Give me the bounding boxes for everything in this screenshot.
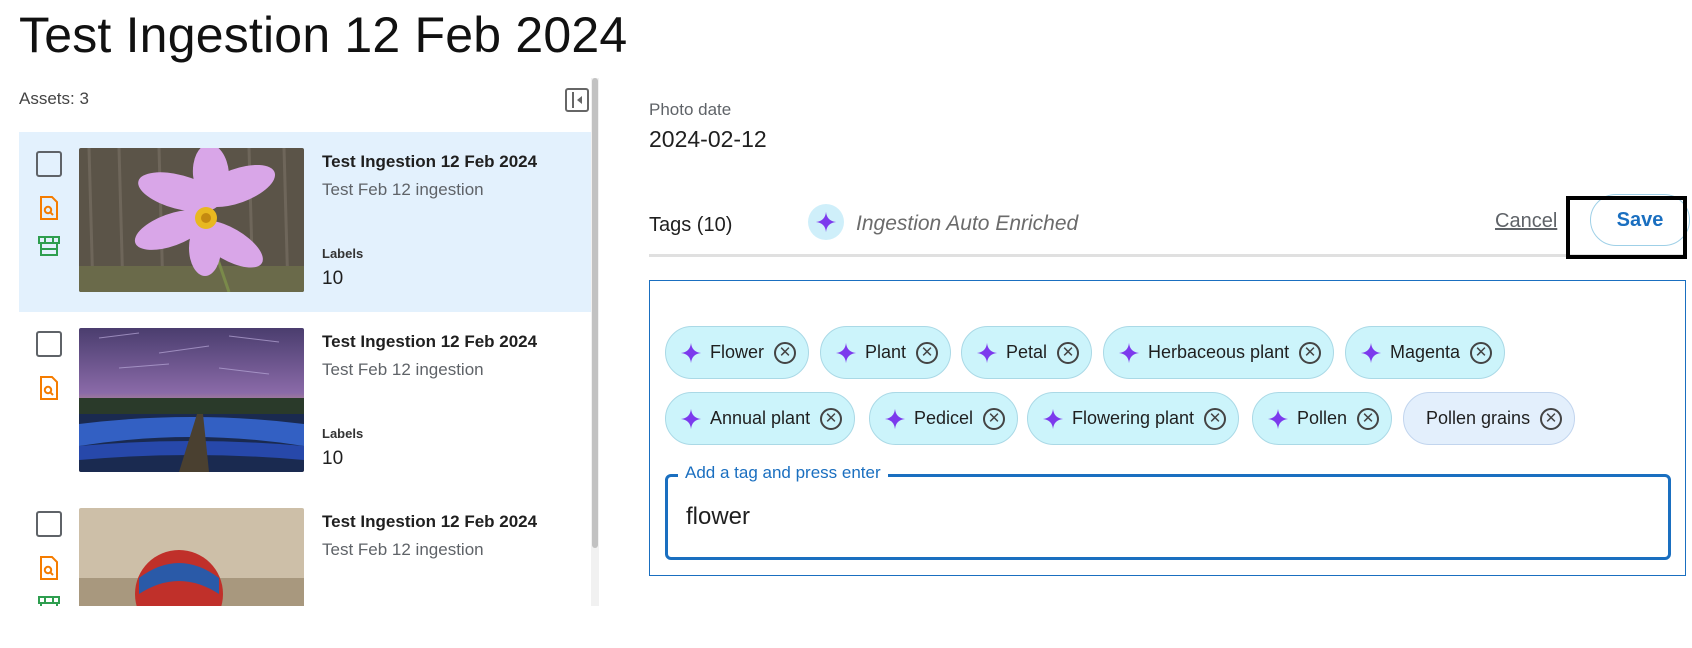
tag-chip[interactable]: Herbaceous plant ✕	[1103, 326, 1335, 379]
sparkle-icon	[1042, 408, 1064, 429]
tag-chip-label: Pollen	[1297, 408, 1348, 428]
tags-count: Tags (10)	[649, 214, 733, 236]
sparkle-icon	[680, 408, 702, 429]
close-circle-icon[interactable]: ✕	[1470, 341, 1493, 364]
asset-subtitle: Test Feb 12 ingestion	[322, 540, 484, 559]
asset-list-scrollbar-thumb[interactable]	[592, 78, 598, 548]
tag-chip-label: Petal	[1006, 342, 1048, 362]
tag-chip-label: Flower	[710, 342, 765, 362]
document-search-icon[interactable]	[39, 556, 59, 580]
sparkle-icon	[835, 342, 857, 363]
sparkle-icon	[1267, 408, 1289, 429]
tag-chip-label: Pollen grains	[1426, 408, 1531, 428]
asset-title: Test Ingestion 12 Feb 2024	[322, 512, 538, 531]
document-search-icon[interactable]	[39, 196, 59, 220]
asset-item[interactable]: Test Ingestion 12 Feb 2024 Test Feb 12 i…	[19, 132, 591, 312]
asset-title: Test Ingestion 12 Feb 2024	[322, 332, 538, 351]
tag-chip-label: Magenta	[1390, 342, 1461, 362]
sparkle-icon	[976, 342, 998, 363]
storefront-icon[interactable]	[37, 235, 61, 257]
asset-thumbnail-flower[interactable]	[79, 148, 304, 292]
asset-list: Test Ingestion 12 Feb 2024 Test Feb 12 i…	[19, 132, 591, 606]
page-title: Test Ingestion 12 Feb 2024	[19, 7, 628, 63]
close-circle-icon[interactable]: ✕	[1299, 341, 1322, 364]
tag-chip-label: Plant	[865, 342, 907, 362]
tag-chip[interactable]: Magenta ✕	[1345, 326, 1506, 379]
close-circle-icon[interactable]: ✕	[774, 341, 797, 364]
tag-chip-label: Flowering plant	[1072, 408, 1195, 428]
sparkle-icon	[884, 408, 906, 429]
auto-enriched-label: Ingestion Auto Enriched	[856, 212, 1079, 235]
tag-chip-label: Annual plant	[710, 408, 811, 428]
asset-checkbox[interactable]	[36, 511, 62, 537]
panel-collapse-icon[interactable]	[565, 88, 589, 112]
asset-checkbox[interactable]	[36, 331, 62, 357]
document-search-icon[interactable]	[39, 376, 59, 400]
storefront-icon[interactable]	[37, 595, 61, 606]
asset-checkbox[interactable]	[36, 151, 62, 177]
asset-thumbnail-juggling-balls[interactable]	[79, 508, 304, 606]
asset-item[interactable]: Test Ingestion 12 Feb 2024 Test Feb 12 i…	[19, 312, 591, 492]
asset-labels-caption: Labels	[322, 246, 364, 261]
tag-input-label: Add a tag and press enter	[678, 463, 888, 483]
asset-labels-count: 10	[322, 448, 344, 469]
tag-chip-label: Pedicel	[914, 408, 974, 428]
sparkle-icon	[680, 342, 702, 363]
sparkle-icon	[1118, 342, 1140, 363]
tag-chip[interactable]: Flowering plant ✕	[1027, 392, 1240, 445]
close-circle-icon[interactable]: ✕	[1204, 407, 1227, 430]
close-circle-icon[interactable]: ✕	[1540, 407, 1563, 430]
asset-title: Test Ingestion 12 Feb 2024	[322, 152, 538, 171]
tag-chip[interactable]: Pedicel ✕	[869, 392, 1019, 445]
save-button[interactable]: Save	[1590, 194, 1690, 246]
asset-item[interactable]: Test Ingestion 12 Feb 2024 Test Feb 12 i…	[19, 492, 591, 606]
cancel-button[interactable]: Cancel	[1495, 210, 1557, 233]
tags-header: Tags (10) Ingestion Auto Enriched Cancel…	[649, 194, 1690, 256]
tag-chip[interactable]: Flower ✕	[665, 326, 810, 379]
tag-chip[interactable]: Plant ✕	[820, 326, 952, 379]
asset-subtitle: Test Feb 12 ingestion	[322, 180, 484, 199]
sparkle-icon	[808, 204, 844, 240]
tag-chip[interactable]: Pollen grains ✕	[1403, 392, 1576, 445]
tag-chip[interactable]: Petal ✕	[961, 326, 1093, 379]
asset-labels-caption: Labels	[322, 426, 364, 441]
asset-thumbnail-night-field[interactable]	[79, 328, 304, 472]
sparkle-icon	[1360, 342, 1382, 363]
tag-input-field[interactable]: Add a tag and press enter	[665, 463, 1671, 560]
assets-count: Assets: 3	[19, 89, 89, 108]
tags-header-divider	[649, 254, 1685, 257]
asset-labels-count: 10	[322, 268, 344, 289]
close-circle-icon[interactable]: ✕	[820, 407, 843, 430]
asset-subtitle: Test Feb 12 ingestion	[322, 360, 484, 379]
close-circle-icon[interactable]: ✕	[983, 407, 1006, 430]
tag-chip[interactable]: Annual plant ✕	[665, 392, 856, 445]
photo-date-value: 2024-02-12	[649, 126, 767, 152]
close-circle-icon[interactable]: ✕	[916, 341, 939, 364]
tag-chip[interactable]: Pollen ✕	[1252, 392, 1393, 445]
photo-date-label: Photo date	[649, 100, 732, 119]
tag-chip-label: Herbaceous plant	[1148, 342, 1290, 362]
close-circle-icon[interactable]: ✕	[1057, 341, 1080, 364]
asset-panel: Assets: 3 Test Ingestion 12 Feb 2024 Tes…	[19, 78, 599, 606]
close-circle-icon[interactable]: ✕	[1357, 407, 1380, 430]
tag-input[interactable]	[686, 499, 1646, 535]
